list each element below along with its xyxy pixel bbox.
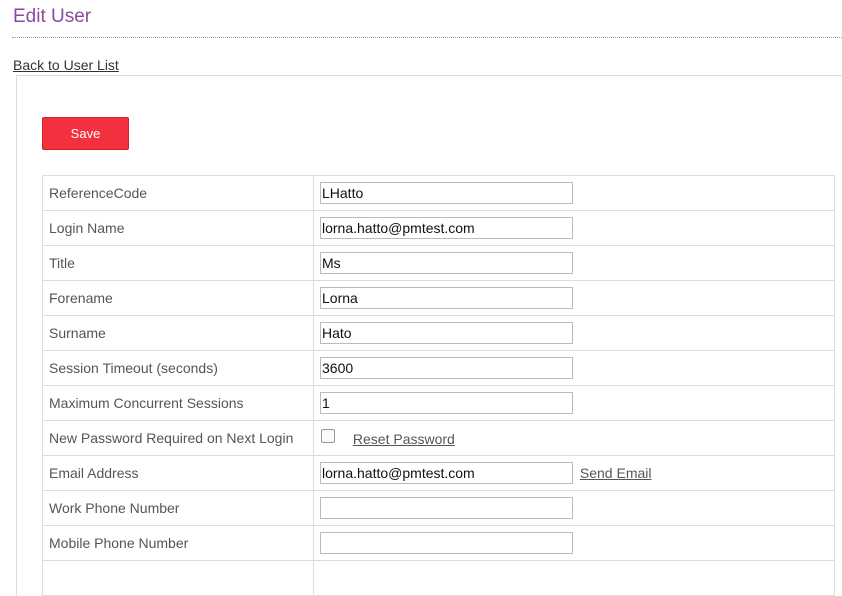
mobile-phone-cell	[313, 525, 835, 561]
work-phone-label: Work Phone Number	[42, 490, 314, 526]
forename-label: Forename	[42, 280, 314, 316]
mobile-phone-label: Mobile Phone Number	[42, 525, 314, 561]
new-password-cell: Reset Password	[313, 420, 835, 456]
email-label: Email Address	[42, 455, 314, 491]
page-title: Edit User	[13, 6, 92, 27]
title-input[interactable]	[320, 252, 573, 274]
forename-cell	[313, 280, 835, 316]
user-form-table: ReferenceCode Login Name Title Forename …	[42, 175, 835, 596]
surname-cell	[313, 315, 835, 351]
title-label: Title	[42, 245, 314, 281]
table-row: Login Name	[42, 210, 835, 246]
table-row: Forename	[42, 280, 835, 316]
max-sessions-cell	[313, 385, 835, 421]
forename-input[interactable]	[320, 287, 573, 309]
session-timeout-cell	[313, 350, 835, 386]
surname-input[interactable]	[320, 322, 573, 344]
login-name-input[interactable]	[320, 217, 573, 239]
send-email-link[interactable]: Send Email	[580, 465, 652, 481]
login-name-label: Login Name	[42, 210, 314, 246]
table-row	[42, 560, 835, 596]
back-to-user-list-link[interactable]: Back to User List	[13, 57, 119, 73]
max-sessions-label: Maximum Concurrent Sessions	[42, 385, 314, 421]
reference-code-label: ReferenceCode	[42, 175, 314, 211]
new-password-required-checkbox[interactable]	[321, 428, 335, 443]
work-phone-cell	[313, 490, 835, 526]
table-row: Maximum Concurrent Sessions	[42, 385, 835, 421]
title-cell	[313, 245, 835, 281]
title-divider	[12, 37, 842, 38]
mobile-phone-input[interactable]	[320, 532, 573, 554]
reset-password-link[interactable]: Reset Password	[353, 431, 455, 447]
table-row: ReferenceCode	[42, 175, 835, 211]
table-row: Title	[42, 245, 835, 281]
table-row: Session Timeout (seconds)	[42, 350, 835, 386]
surname-label: Surname	[42, 315, 314, 351]
next-row-label	[42, 560, 314, 596]
table-row: New Password Required on Next Login Rese…	[42, 420, 835, 456]
save-button[interactable]: Save	[42, 117, 129, 150]
login-name-cell	[313, 210, 835, 246]
session-timeout-label: Session Timeout (seconds)	[42, 350, 314, 386]
email-input[interactable]	[320, 462, 573, 484]
max-sessions-input[interactable]	[320, 392, 573, 414]
next-row-cell	[313, 560, 835, 596]
session-timeout-input[interactable]	[320, 357, 573, 379]
work-phone-input[interactable]	[320, 497, 573, 519]
table-row: Surname	[42, 315, 835, 351]
table-row: Work Phone Number	[42, 490, 835, 526]
reference-code-cell	[313, 175, 835, 211]
table-row: Mobile Phone Number	[42, 525, 835, 561]
new-password-label: New Password Required on Next Login	[42, 420, 314, 456]
email-cell: Send Email	[313, 455, 835, 491]
reference-code-input[interactable]	[320, 182, 573, 204]
table-row: Email Address Send Email	[42, 455, 835, 491]
